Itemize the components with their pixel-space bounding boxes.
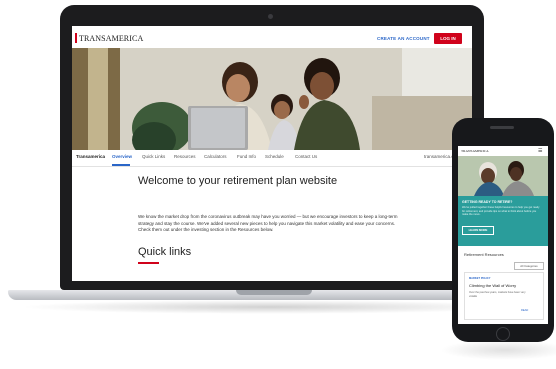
tab-resources[interactable]: Resources [174,154,196,159]
phone-screen: TRANSAMERICA ☰ GETTING READY TO RETIRE? … [458,146,548,324]
tab-quick-links[interactable]: Quick Links [142,154,165,159]
promo-title: GETTING READY TO RETIRE? [462,200,513,204]
learn-more-button[interactable]: LEARN MORE [462,226,494,235]
hamburger-menu-icon[interactable]: ☰ [538,149,542,154]
logo-mark-icon [75,33,77,43]
laptop-camera [268,14,273,19]
hero-family-photo [72,48,472,150]
laptop-notch [236,290,312,295]
resources-section-title: Retirement Resources [464,252,504,257]
phone-logo[interactable]: TRANSAMERICA [461,149,489,153]
tab-transamerica[interactable]: Transamerica [76,154,105,159]
phone-shadow [440,340,556,360]
hero-image [72,48,472,150]
transamerica-logo[interactable]: TRANSAMERICA [75,33,143,43]
quick-links-underline [138,262,159,264]
create-account-link[interactable]: CREATE AN ACCOUNT [377,36,430,41]
logo-text: TRANSAMERICA [79,33,144,43]
retire-promo-banner: GETTING READY TO RETIRE? We've pulled to… [458,196,548,246]
tab-overview[interactable]: Overview [112,154,132,159]
phone-home-button [496,327,510,341]
card-read-link[interactable]: READ [521,309,528,312]
phone-hero-photo [458,156,548,196]
section-nav: Transamerica Overview Quick Links Resour… [72,150,472,167]
tab-contact-us[interactable]: Contact Us [295,154,317,159]
promo-text: We've pulled together these helpful reso… [462,206,540,217]
card-tag: MARKET POLICY [469,277,491,280]
category-filter-select[interactable]: All Categories [514,262,544,270]
page-title: Welcome to your retirement plan website [138,175,338,187]
quick-links-heading: Quick links [138,246,192,258]
laptop-shadow [20,300,520,314]
tab-schedule[interactable]: Schedule [265,154,284,159]
log-in-button[interactable]: LOG IN [434,33,462,44]
phone-speaker [490,126,514,129]
tab-calculators[interactable]: Calculators [204,154,227,159]
phone-hero-image [458,156,548,196]
card-title: Climbing the Wall of Worry [469,283,517,288]
resource-card[interactable]: MARKET POLICY Climbing the Wall of Worry… [464,272,544,320]
card-text: Over the past few years, markets have be… [469,291,526,298]
tab-fund-info[interactable]: Fund Info [237,154,256,159]
laptop-screen: TRANSAMERICA CREATE AN ACCOUNT LOG IN Tr… [72,26,472,281]
active-tab-indicator [112,164,130,166]
site-header: TRANSAMERICA CREATE AN ACCOUNT LOG IN [72,26,472,48]
intro-paragraph: We know the market drop from the coronav… [138,214,398,232]
